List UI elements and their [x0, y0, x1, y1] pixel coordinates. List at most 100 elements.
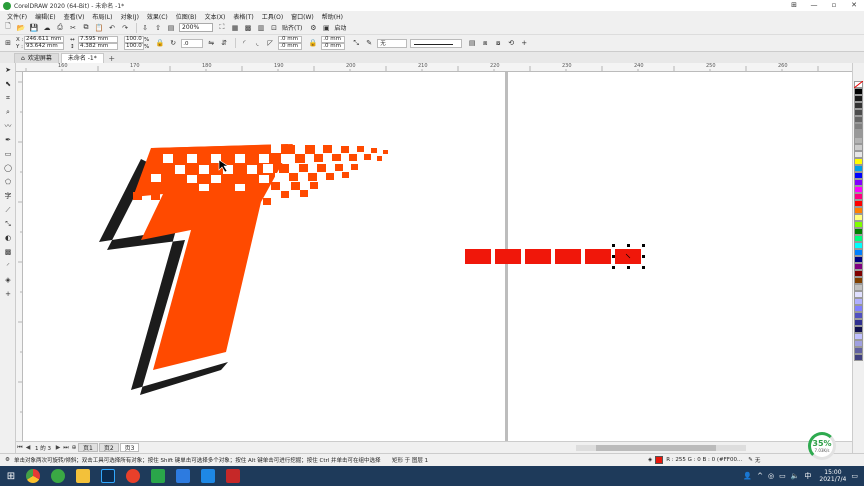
menu-object[interactable]: 对象(J)	[116, 12, 142, 21]
page-tab-2[interactable]: 页2	[98, 443, 119, 452]
palette-swatch[interactable]	[854, 298, 863, 305]
vertical-ruler[interactable]	[16, 72, 23, 441]
palette-swatch[interactable]	[854, 179, 863, 186]
undo-icon[interactable]: ↶	[107, 23, 117, 33]
palette-swatch[interactable]	[854, 172, 863, 179]
zoom-level-select[interactable]: 200%	[179, 23, 213, 32]
palette-swatch[interactable]	[854, 88, 863, 95]
show-grid-icon[interactable]: ▩	[243, 23, 253, 33]
cloud-icon[interactable]: ☁	[42, 23, 52, 33]
menu-bitmaps[interactable]: 位图(B)	[172, 12, 201, 21]
palette-swatch[interactable]	[854, 95, 863, 102]
taskbar-green-app-icon[interactable]	[147, 466, 169, 486]
redo-icon[interactable]: ↷	[120, 23, 130, 33]
windows-start-icon[interactable]: ⊞	[0, 466, 22, 486]
palette-swatch[interactable]	[854, 214, 863, 221]
fill-color-chip[interactable]	[655, 456, 664, 464]
palette-swatch[interactable]	[854, 291, 863, 298]
taskbar-clock[interactable]: 15:00 2021/7/4	[819, 469, 846, 483]
corner-radius-tl-input[interactable]: .0 mm	[278, 36, 303, 43]
taskbar-app-icon[interactable]	[47, 466, 69, 486]
import-icon[interactable]: ⇩	[140, 23, 150, 33]
taskbar-chrome-icon[interactable]	[22, 466, 44, 486]
pick-tool-icon[interactable]: ➤	[0, 63, 16, 77]
outline-width-select[interactable]: 无	[377, 38, 408, 48]
wrap-text-icon[interactable]: ▤	[467, 38, 477, 48]
palette-swatch[interactable]	[854, 347, 863, 354]
launch-icon[interactable]: ▣	[321, 23, 331, 33]
scale-width-input[interactable]: 100.0	[124, 36, 144, 43]
transparency-tool-icon[interactable]: ▩	[0, 245, 16, 259]
palette-swatch[interactable]	[854, 109, 863, 116]
ellipse-tool-icon[interactable]: ◯	[0, 161, 16, 175]
export-icon[interactable]: ⇧	[153, 23, 163, 33]
relative-corner-scaling-icon[interactable]: ⤡	[351, 38, 361, 48]
print-icon[interactable]: ⎙	[55, 23, 65, 33]
palette-swatch[interactable]	[854, 158, 863, 165]
palette-swatch[interactable]	[854, 312, 863, 319]
minimize-button[interactable]: —	[804, 0, 824, 11]
close-button[interactable]: ✕	[844, 0, 864, 11]
convert-to-curves-icon[interactable]: ⟲	[506, 38, 516, 48]
palette-swatch[interactable]	[854, 277, 863, 284]
mirror-vertical-icon[interactable]: ⇵	[219, 38, 229, 48]
page-tab-3[interactable]: 页3	[119, 443, 140, 452]
show-rulers-icon[interactable]: ▦	[230, 23, 240, 33]
shape-tool-icon[interactable]: ⬉	[0, 77, 16, 91]
interactive-fill-icon[interactable]: ◈	[0, 273, 16, 287]
next-page-button[interactable]: ▶	[54, 444, 62, 452]
outline-pen-icon[interactable]: ✎	[748, 457, 753, 463]
add-tab-icon[interactable]: +	[108, 55, 116, 63]
height-input[interactable]: 4.382 mm	[78, 43, 118, 50]
text-tool-icon[interactable]: 字	[0, 189, 16, 203]
save-icon[interactable]: 💾	[29, 23, 39, 33]
taskbar-video-app-icon[interactable]	[197, 466, 219, 486]
x-position-input[interactable]: 246.611 mm	[24, 36, 64, 43]
palette-swatch[interactable]	[854, 242, 863, 249]
add-tool-icon[interactable]: +	[0, 287, 16, 301]
rotation-angle-input[interactable]: .0	[181, 38, 204, 48]
scalloped-corner-icon[interactable]: ◟	[252, 38, 262, 48]
drawing-canvas[interactable]	[23, 72, 852, 441]
palette-swatch[interactable]	[854, 123, 863, 130]
no-color-swatch[interactable]	[854, 81, 863, 88]
polygon-tool-icon[interactable]: ⬠	[0, 175, 16, 189]
palette-swatch[interactable]	[854, 130, 863, 137]
freehand-tool-icon[interactable]: 〰	[0, 119, 16, 133]
object-origin-icon[interactable]: ⊞	[3, 38, 13, 48]
fill-bucket-icon[interactable]: ◈	[648, 457, 652, 463]
tray-chevron-icon[interactable]: ^	[757, 472, 763, 480]
network-icon[interactable]: ▭	[779, 472, 786, 480]
new-document-icon[interactable]: 🗋	[3, 22, 13, 33]
eyedropper-tool-icon[interactable]: ⸍	[0, 259, 16, 273]
palette-swatch[interactable]	[854, 151, 863, 158]
show-guidelines-icon[interactable]: ▥	[256, 23, 266, 33]
menu-edit[interactable]: 编辑(E)	[31, 12, 59, 21]
drop-shadow-icon[interactable]: ◐	[0, 231, 16, 245]
previous-page-button[interactable]: ◀	[24, 444, 32, 452]
taskbar-red-app-icon[interactable]	[222, 466, 244, 486]
artistic-media-icon[interactable]: ✒	[0, 133, 16, 147]
connector-tool-icon[interactable]: ⤡	[0, 217, 16, 231]
publish-pdf-icon[interactable]: ▤	[166, 23, 176, 33]
chamfered-corner-icon[interactable]: ◸	[265, 38, 275, 48]
palette-swatch[interactable]	[854, 137, 863, 144]
horizontal-scrollbar[interactable]	[576, 445, 746, 451]
outline-pen-icon[interactable]: ✎	[364, 38, 374, 48]
palette-swatch[interactable]	[854, 116, 863, 123]
snap-icon[interactable]: ⊡	[269, 23, 279, 33]
input-method-icon[interactable]: 中	[804, 471, 811, 481]
tray-app-icon[interactable]: ◎	[768, 472, 774, 480]
menu-file[interactable]: 文件(F)	[3, 12, 31, 21]
y-position-input[interactable]: 93.642 mm	[24, 43, 64, 50]
palette-swatch[interactable]	[854, 186, 863, 193]
palette-swatch[interactable]	[854, 221, 863, 228]
taskbar-blue-app-icon[interactable]	[172, 466, 194, 486]
network-speed-widget[interactable]: 35% 7.03K/s	[808, 432, 836, 460]
rotate-icon[interactable]: ↻	[168, 38, 178, 48]
to-front-icon[interactable]: ⧈	[480, 38, 490, 48]
palette-swatch[interactable]	[854, 249, 863, 256]
palette-swatch[interactable]	[854, 193, 863, 200]
palette-swatch[interactable]	[854, 144, 863, 151]
tab-welcome-screen[interactable]: ⌂ 欢迎屏幕	[14, 53, 59, 63]
